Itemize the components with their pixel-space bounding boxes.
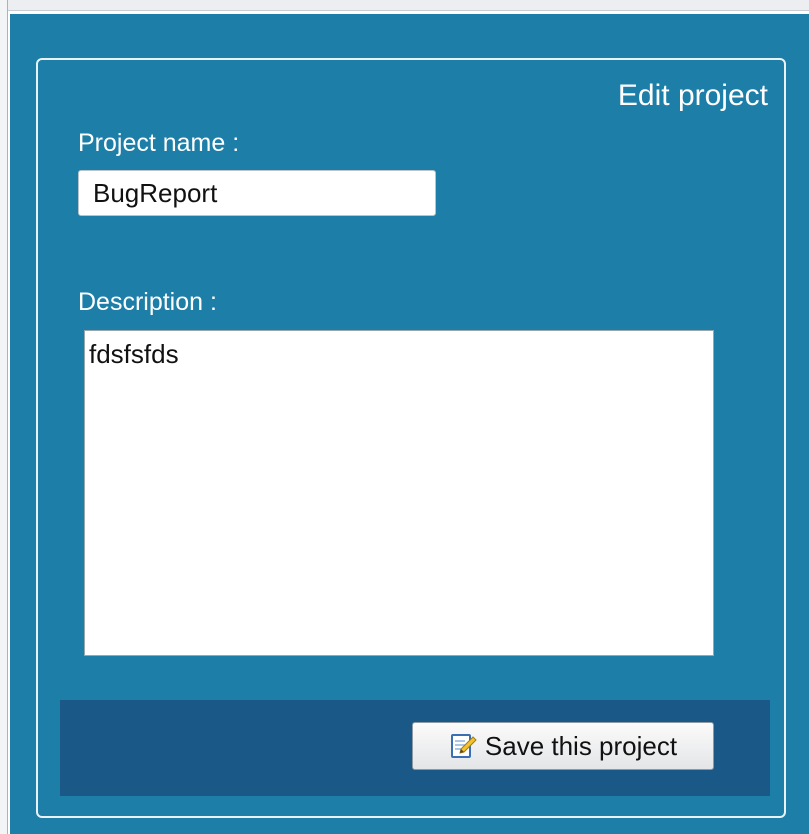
description-textarea[interactable]: fdsfsfds xyxy=(84,330,714,656)
form-footer-bar: Save this project xyxy=(60,700,770,796)
edit-document-icon xyxy=(449,732,477,760)
window-left-edge xyxy=(0,0,8,834)
description-label: Description : xyxy=(78,288,217,316)
window-top-edge xyxy=(0,0,809,11)
form-title: Edit project xyxy=(617,79,768,112)
save-project-button[interactable]: Save this project xyxy=(412,722,714,770)
project-name-input[interactable] xyxy=(78,170,436,216)
edit-project-form: Edit project Project name : Description … xyxy=(36,58,786,818)
edit-project-panel: Edit project Project name : Description … xyxy=(10,14,809,834)
project-name-label: Project name : xyxy=(78,129,240,157)
save-button-label: Save this project xyxy=(484,730,678,761)
